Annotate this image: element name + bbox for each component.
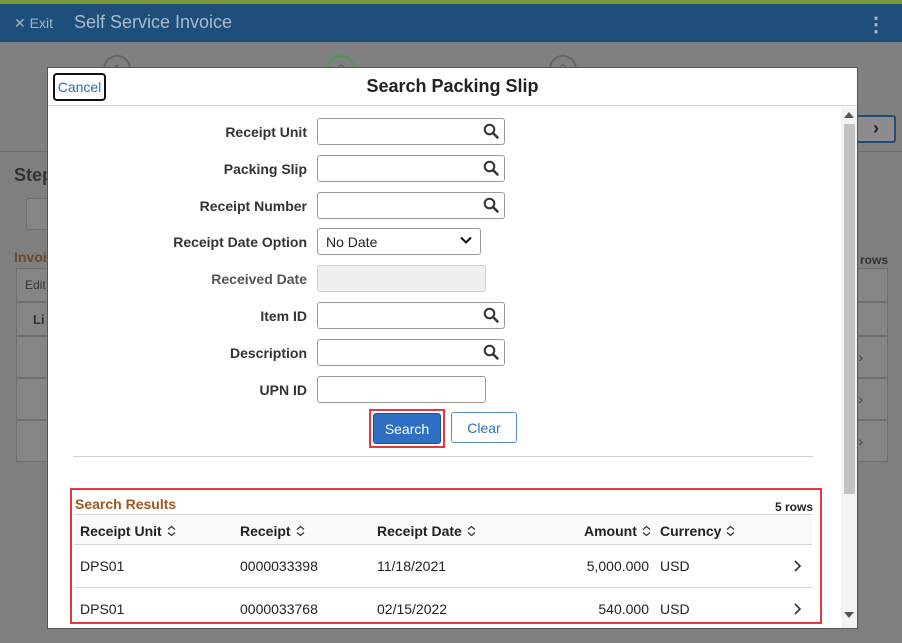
currency-column-label: Currency	[660, 523, 722, 539]
receipt-date-option-select[interactable]: No Date	[317, 228, 481, 255]
divider	[73, 456, 813, 457]
receipt-unit-input[interactable]	[317, 118, 505, 145]
packing-slip-label: Packing Slip	[223, 161, 307, 177]
invoice-lines-heading: Invoi	[14, 249, 47, 265]
amount-column-label: Amount	[584, 523, 637, 539]
chevron-down-icon	[460, 236, 472, 244]
chevron-right-icon[interactable]	[792, 559, 802, 573]
upn-id-label: UPN ID	[259, 382, 307, 398]
receipt-number-label: Receipt Number	[199, 198, 307, 214]
sort-icon	[467, 525, 476, 537]
receipt-date-option-value: No Date	[326, 234, 378, 250]
received-date-label: Received Date	[211, 271, 307, 287]
scrollbar-thumb[interactable]	[844, 124, 855, 494]
scroll-up-arrow-icon[interactable]	[844, 112, 854, 118]
receipt-date-option-label: Receipt Date Option	[173, 234, 307, 250]
upn-id-input[interactable]	[317, 376, 486, 403]
receipt-number-input[interactable]	[317, 192, 505, 219]
modal-header: Search Packing Slip Cancel	[48, 68, 857, 106]
table-row[interactable]: DPS01 0000033398 11/18/2021 5,000.000 US…	[74, 545, 812, 588]
cell-receipt-date: 02/15/2022	[377, 601, 448, 617]
chevron-right-icon[interactable]	[792, 602, 802, 616]
cell-receipt-unit: DPS01	[80, 601, 125, 617]
search-packing-slip-modal: Search Packing Slip Cancel Receipt Unit …	[47, 67, 858, 629]
close-icon: ✕	[14, 15, 26, 31]
app-title: Self Service Invoice	[74, 12, 233, 32]
search-button[interactable]: Search	[373, 413, 441, 444]
description-label: Description	[229, 345, 307, 361]
chevron-right-icon: ›	[858, 349, 863, 365]
table-row[interactable]: DPS01 0000033768 02/15/2022 540.000 USD	[74, 588, 812, 628]
next-step-button[interactable]: ›	[856, 115, 896, 143]
item-id-label: Item ID	[260, 308, 307, 324]
sort-icon	[642, 525, 651, 537]
column-header-amount[interactable]: Amount	[584, 523, 652, 539]
app-header: ✕ Exit Self Service Invoice ⋮	[0, 4, 902, 42]
column-header-receipt-unit[interactable]: Receipt Unit	[80, 523, 177, 539]
column-header-receipt[interactable]: Receipt	[240, 523, 306, 539]
exit-button[interactable]: ✕ Exit	[14, 15, 53, 32]
cell-currency: USD	[660, 558, 690, 574]
search-icon[interactable]	[482, 343, 500, 361]
line-column-header: Li	[33, 312, 45, 327]
receipt-unit-column-label: Receipt Unit	[80, 523, 162, 539]
item-id-input[interactable]	[317, 302, 505, 329]
cell-receipt-date: 11/18/2021	[377, 558, 447, 574]
background-rows-count: rows	[859, 253, 888, 267]
search-results-count: 5 rows	[775, 500, 814, 514]
packing-slip-input[interactable]	[317, 155, 505, 182]
exit-label: Exit	[29, 15, 53, 31]
search-icon[interactable]	[482, 306, 500, 324]
sort-icon	[167, 525, 176, 537]
sort-icon	[727, 525, 735, 537]
column-header-currency[interactable]: Currency	[660, 523, 736, 539]
cell-amount: 540.000	[598, 601, 649, 617]
kebab-menu-icon[interactable]: ⋮	[866, 12, 886, 37]
edit-label: Edit	[25, 278, 46, 292]
cell-receipt-unit: DPS01	[80, 558, 125, 574]
receipt-date-column-label: Receipt Date	[377, 523, 462, 539]
chevron-right-icon: ›	[858, 433, 863, 449]
modal-title: Search Packing Slip	[366, 76, 539, 96]
search-icon[interactable]	[482, 159, 500, 177]
clear-button[interactable]: Clear	[451, 412, 517, 443]
chevron-right-icon: ›	[858, 391, 863, 407]
cell-currency: USD	[660, 601, 690, 617]
cancel-button[interactable]: Cancel	[53, 73, 106, 101]
sort-icon	[296, 525, 304, 537]
description-input[interactable]	[317, 339, 505, 366]
cell-amount: 5,000.000	[586, 558, 649, 574]
cell-receipt: 0000033398	[240, 558, 318, 574]
chevron-right-icon: ›	[873, 118, 879, 138]
received-date-input	[317, 265, 486, 292]
search-results-title: Search Results	[75, 496, 177, 512]
receipt-column-label: Receipt	[240, 523, 291, 539]
receipt-unit-label: Receipt Unit	[225, 124, 307, 140]
search-icon[interactable]	[482, 196, 500, 214]
cell-receipt: 0000033768	[240, 601, 318, 617]
scroll-down-arrow-icon[interactable]	[844, 612, 854, 618]
search-icon[interactable]	[482, 122, 500, 140]
modal-scrollbar[interactable]	[841, 107, 857, 628]
results-grid-header: Receipt Unit Receipt Receipt Date Amount…	[74, 514, 812, 545]
column-header-receipt-date[interactable]: Receipt Date	[377, 523, 477, 539]
